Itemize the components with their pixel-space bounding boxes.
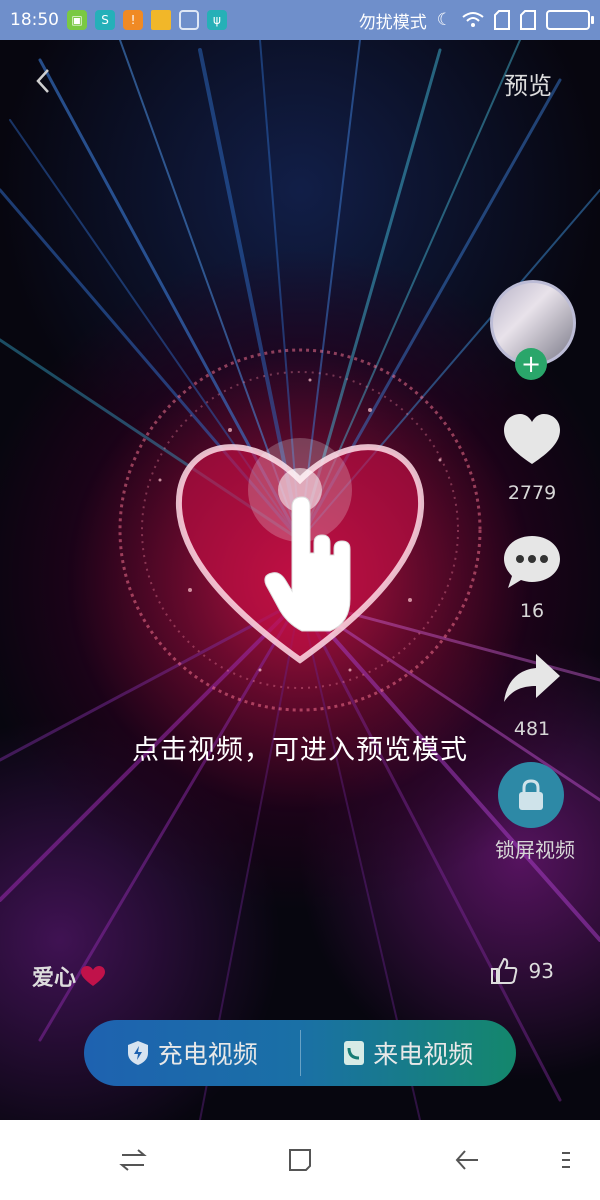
call-video-label: 来电视频 <box>373 1040 474 1069</box>
charge-video-label: 充电视频 <box>157 1040 258 1069</box>
preview-button[interactable]: 预览 <box>504 66 552 101</box>
small-heart-icon <box>81 966 106 986</box>
video-title-text: 爱心 <box>32 966 77 991</box>
recycle-app-icon: S <box>95 10 115 30</box>
sim1-icon <box>494 10 510 30</box>
back-nav-icon[interactable] <box>452 1145 482 1175</box>
back-arrow-icon[interactable] <box>30 66 60 96</box>
lock-screen-video-label: 锁屏视频 <box>495 838 575 862</box>
dnd-label: 勿扰模式 <box>358 12 427 33</box>
like-count: 2779 <box>507 482 557 504</box>
home-square-icon[interactable] <box>285 1145 315 1175</box>
charge-video-button[interactable]: 充电视频 <box>84 1020 300 1086</box>
set-video-buttons: 充电视频 来电视频 <box>84 1020 516 1086</box>
lock-icon <box>519 779 543 810</box>
shield-bolt-icon <box>127 1041 148 1065</box>
broom-icon <box>179 10 199 30</box>
heart-like-icon[interactable] <box>500 412 564 468</box>
folder-icon <box>151 10 171 30</box>
comment-icon[interactable] <box>500 534 564 590</box>
share-count: 481 <box>513 718 551 740</box>
switch-arrows-icon[interactable] <box>118 1145 148 1175</box>
wifi-icon <box>462 12 484 27</box>
status-time: 18:50 <box>10 10 59 30</box>
video-likes[interactable]: 93 <box>489 956 554 986</box>
battery-icon <box>546 10 594 30</box>
video-like-count: 93 <box>528 959 554 983</box>
pointing-hand-icon <box>264 496 351 632</box>
video-title: 爱心 <box>32 960 106 992</box>
follow-plus-button[interactable]: + <box>515 348 547 380</box>
status-bar: 18:50 ▣ S ! ψ 勿扰模式 ☾ <box>0 0 600 40</box>
android-app-icon: ▣ <box>67 10 87 30</box>
menu-icon[interactable] <box>552 1145 582 1175</box>
moon-icon: ☾ <box>436 10 452 30</box>
sim2-icon <box>520 10 536 30</box>
lock-screen-video-button[interactable] <box>498 762 564 828</box>
usb-icon: ψ <box>207 10 227 30</box>
warning-icon: ! <box>123 10 143 30</box>
call-video-button[interactable]: 来电视频 <box>301 1020 517 1086</box>
status-right: 勿扰模式 ☾ <box>358 0 594 40</box>
phone-card-icon <box>344 1041 365 1065</box>
system-nav-bar <box>0 1120 600 1200</box>
comment-count: 16 <box>519 600 545 622</box>
video-player[interactable]: 预览 点击视频，可进入预览模式 + 2779 16 481 锁屏视频 爱心 93… <box>0 40 600 1120</box>
thumbs-up-icon <box>490 957 517 984</box>
share-icon[interactable] <box>500 650 564 706</box>
